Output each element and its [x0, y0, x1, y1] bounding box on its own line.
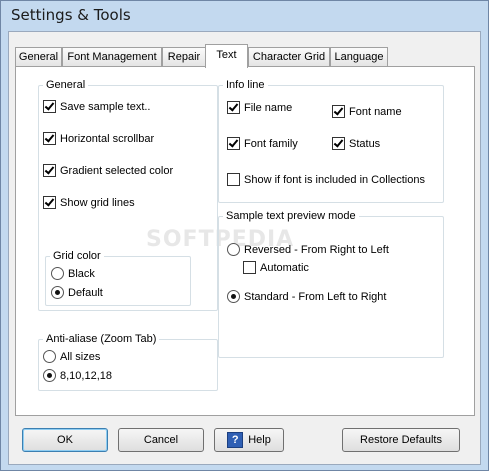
radio-circle[interactable] [51, 286, 64, 299]
tab-text[interactable]: Text [205, 44, 248, 68]
checkbox-label: Status [349, 137, 381, 150]
show-in-collections-checkbox[interactable]: Show if font is included in Collections [227, 173, 425, 186]
checkbox-box[interactable] [43, 100, 56, 113]
ok-button[interactable]: OK [22, 428, 108, 452]
help-label: Help [248, 434, 271, 446]
checkbox-box[interactable] [43, 132, 56, 145]
checkbox-box[interactable] [43, 164, 56, 177]
grid-color-legend: Grid color [53, 250, 101, 262]
radio-label: Standard - From Left to Right [244, 290, 387, 303]
file-name-checkbox[interactable]: File name [227, 101, 292, 114]
help-icon: ? [227, 432, 244, 448]
checkbox-label: Font name [349, 105, 402, 118]
grid-color-default-radio[interactable]: Default [51, 286, 103, 299]
tab-language[interactable]: Language [330, 47, 388, 67]
show-grid-lines-checkbox[interactable]: Show grid lines [43, 196, 135, 209]
ok-label: OK [57, 434, 73, 446]
radio-label: All sizes [60, 350, 101, 363]
font-family-checkbox[interactable]: Font family [227, 137, 298, 150]
title-bar[interactable]: Settings & Tools [1, 1, 488, 31]
checkbox-label: File name [244, 101, 293, 114]
checkbox-label: Show if font is included in Collections [244, 173, 425, 186]
help-button[interactable]: ? Help [214, 428, 284, 452]
cancel-label: Cancel [143, 434, 179, 446]
radio-label: Reversed - From Right to Left [244, 243, 389, 256]
grid-color-black-radio[interactable]: Black [51, 267, 95, 280]
settings-window: Settings & Tools General Font Management… [0, 0, 489, 471]
checkbox-box[interactable] [227, 101, 240, 114]
checkbox-label: Gradient selected color [60, 164, 174, 177]
radio-circle[interactable] [43, 369, 56, 382]
checkbox-box[interactable] [332, 137, 345, 150]
tab-character-grid[interactable]: Character Grid [248, 47, 330, 67]
restore-defaults-label: Restore Defaults [360, 434, 442, 446]
tab-font-management[interactable]: Font Management [62, 47, 162, 67]
checkbox-box[interactable] [227, 173, 240, 186]
checkbox-label: Show grid lines [60, 196, 135, 209]
general-legend: General [46, 79, 86, 91]
tab-general[interactable]: General [15, 47, 62, 67]
all-sizes-radio[interactable]: All sizes [43, 350, 100, 363]
checkbox-box[interactable] [43, 196, 56, 209]
radio-label: 8,10,12,18 [60, 369, 112, 382]
checkbox-label: Automatic [260, 261, 309, 274]
restore-defaults-button[interactable]: Restore Defaults [342, 428, 460, 452]
anti-alias-legend: Anti-aliase (Zoom Tab) [46, 333, 157, 345]
radio-circle[interactable] [227, 243, 240, 256]
sizes-8-10-12-18-radio[interactable]: 8,10,12,18 [43, 369, 112, 382]
radio-label: Black [68, 267, 95, 280]
standard-radio[interactable]: Standard - From Left to Right [227, 290, 386, 303]
status-checkbox[interactable]: Status [332, 137, 380, 150]
reversed-radio[interactable]: Reversed - From Right to Left [227, 243, 389, 256]
gradient-selected-color-checkbox[interactable]: Gradient selected color [43, 164, 173, 177]
horizontal-scrollbar-checkbox[interactable]: Horizontal scrollbar [43, 132, 154, 145]
checkbox-label: Font family [244, 137, 298, 150]
radio-circle[interactable] [227, 290, 240, 303]
checkbox-box[interactable] [227, 137, 240, 150]
radio-label: Default [68, 286, 103, 299]
automatic-checkbox[interactable]: Automatic [243, 261, 309, 274]
dialog-client: General Font Management Repair Text Char… [8, 31, 481, 465]
checkbox-label: Horizontal scrollbar [60, 132, 155, 145]
preview-mode-legend: Sample text preview mode [226, 210, 356, 222]
radio-circle[interactable] [43, 350, 56, 363]
radio-circle[interactable] [51, 267, 64, 280]
text-tab-panel: SOFTPEDIA General Save sample text.. Hor… [15, 66, 475, 416]
window-title: Settings & Tools [11, 6, 131, 24]
preview-mode-group: Sample text preview mode [218, 210, 444, 358]
cancel-button[interactable]: Cancel [118, 428, 204, 452]
save-sample-text-checkbox[interactable]: Save sample text.. [43, 100, 151, 113]
checkbox-box[interactable] [243, 261, 256, 274]
font-name-checkbox[interactable]: Font name [332, 105, 402, 118]
tab-repair[interactable]: Repair [162, 47, 206, 67]
checkbox-box[interactable] [332, 105, 345, 118]
checkbox-label: Save sample text.. [60, 100, 151, 113]
info-line-legend: Info line [226, 79, 265, 91]
